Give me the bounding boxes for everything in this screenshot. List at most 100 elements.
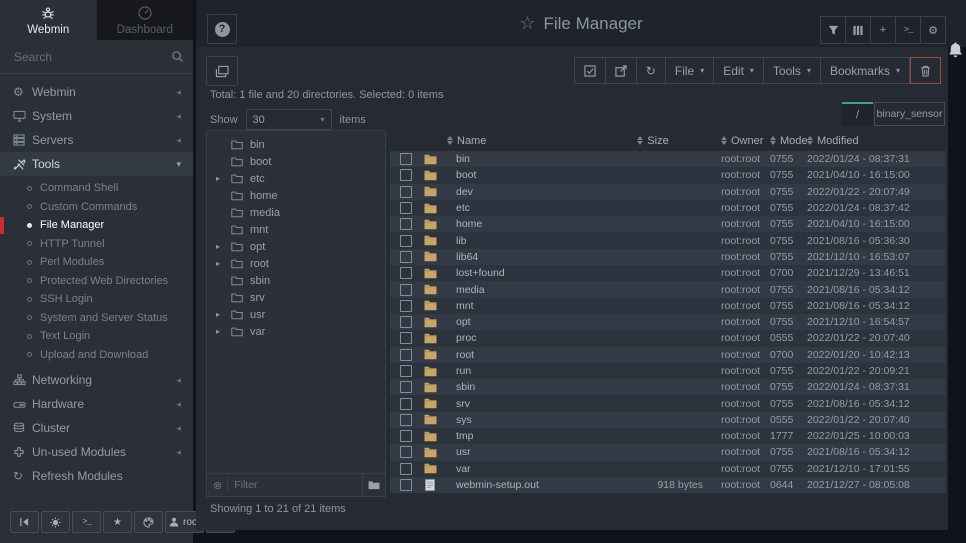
clear-filter-icon[interactable]: ⊗	[213, 479, 222, 492]
sidebar-subitem[interactable]: Upload and Download	[0, 346, 193, 365]
table-row[interactable]: lib64 root:root 0755 2021/12/10 - 16:53:…	[390, 249, 946, 265]
sidebar-item-unused-modules[interactable]: Un-used Modules ◂	[0, 440, 193, 464]
table-row[interactable]: proc root:root 0555 2022/01/22 - 20:07:4…	[390, 330, 946, 346]
row-checkbox[interactable]	[400, 381, 412, 393]
tree-item[interactable]: ▸ etc	[207, 170, 385, 187]
sidebar-subitem[interactable]: HTTP Tunnel	[0, 235, 193, 254]
tree-filter-input[interactable]	[227, 478, 362, 492]
tab-webmin[interactable]: Webmin	[0, 0, 97, 40]
table-row[interactable]: usr root:root 0755 2021/08/16 - 05:34:12	[390, 444, 946, 460]
table-row[interactable]: var root:root 0755 2021/12/10 - 17:01:55	[390, 461, 946, 477]
sidebar-item-refresh-modules[interactable]: ↻ Refresh Modules	[0, 464, 193, 488]
terminal-button[interactable]: >_	[72, 511, 101, 533]
table-row[interactable]: tmp root:root 1777 2022/01/25 - 10:00:03	[390, 428, 946, 444]
path-root-button[interactable]: /	[842, 102, 873, 126]
sidebar-item-hardware[interactable]: Hardware ◂	[0, 392, 193, 416]
row-checkbox[interactable]	[400, 430, 412, 442]
sort-owner-button[interactable]	[721, 136, 727, 145]
submit-button[interactable]	[606, 57, 637, 84]
tree-item[interactable]: ▸ usr	[207, 306, 385, 323]
tree-folder-button[interactable]	[362, 474, 385, 496]
sort-size-button[interactable]	[637, 136, 643, 145]
file-menu-button[interactable]: File ▾	[666, 57, 714, 84]
chevron-right-icon[interactable]: ▸	[216, 310, 226, 319]
tree-item[interactable]: ▸ opt	[207, 238, 385, 255]
filter-button[interactable]	[820, 16, 846, 44]
row-checkbox[interactable]	[400, 332, 412, 344]
table-row[interactable]: sbin root:root 0755 2022/01/24 - 08:37:3…	[390, 379, 946, 395]
search-input[interactable]	[12, 49, 171, 65]
sort-name-button[interactable]	[447, 136, 453, 145]
sidebar-item-networking[interactable]: Networking ◂	[0, 368, 193, 392]
row-checkbox[interactable]	[400, 446, 412, 458]
table-row[interactable]: lost+found root:root 0700 2021/12/29 - 1…	[390, 265, 946, 281]
tab-dashboard[interactable]: Dashboard	[97, 0, 194, 40]
table-row[interactable]: srv root:root 0755 2021/08/16 - 05:34:12	[390, 395, 946, 411]
sidebar-item-system[interactable]: System ◂	[0, 104, 193, 128]
table-row[interactable]: home root:root 0755 2021/04/10 - 16:15:0…	[390, 216, 946, 232]
sidebar-item-cluster[interactable]: Cluster ◂	[0, 416, 193, 440]
row-checkbox[interactable]	[400, 169, 412, 181]
chevron-right-icon[interactable]: ▸	[216, 242, 226, 251]
column-header-mode[interactable]: Mode	[780, 135, 808, 147]
sidebar-subitem[interactable]: Custom Commands	[0, 198, 193, 217]
columns-button[interactable]	[846, 16, 871, 44]
table-row[interactable]: media root:root 0755 2021/08/16 - 05:34:…	[390, 281, 946, 297]
table-row[interactable]: mnt root:root 0755 2021/08/16 - 05:34:12	[390, 298, 946, 314]
theme-palette-button[interactable]	[134, 511, 163, 533]
sidebar-item-tools[interactable]: Tools ▾	[0, 152, 193, 176]
page-size-select[interactable]: 30 ▾	[246, 109, 332, 130]
path-current-box[interactable]: binary_sensor	[874, 102, 945, 126]
row-checkbox[interactable]	[400, 316, 412, 328]
edit-menu-button[interactable]: Edit ▾	[714, 57, 764, 84]
sidebar-subitem[interactable]: Protected Web Directories	[0, 272, 193, 291]
table-row[interactable]: dev root:root 0755 2022/01/22 - 20:07:49	[390, 184, 946, 200]
favorites-button[interactable]: ★	[103, 511, 132, 533]
trash-button[interactable]	[910, 57, 941, 84]
select-all-button[interactable]	[574, 57, 606, 84]
tree-item[interactable]: ▸ bin	[207, 136, 385, 153]
table-row[interactable]: webmin-setup.out 918 bytes root:root 064…	[390, 477, 946, 493]
row-checkbox[interactable]	[400, 202, 412, 214]
tree-item[interactable]: ▸ boot	[207, 153, 385, 170]
row-checkbox[interactable]	[400, 218, 412, 230]
add-tab-button[interactable]: +	[871, 16, 896, 44]
row-checkbox[interactable]	[400, 267, 412, 279]
column-header-modified[interactable]: Modified	[817, 135, 859, 147]
collapse-sidebar-button[interactable]	[10, 511, 39, 533]
row-checkbox[interactable]	[400, 349, 412, 361]
chevron-right-icon[interactable]: ▸	[216, 174, 226, 183]
table-row[interactable]: lib root:root 0755 2021/08/16 - 05:36:30	[390, 232, 946, 248]
chevron-right-icon[interactable]: ▸	[216, 259, 226, 268]
sidebar-subitem[interactable]: Text Login	[0, 327, 193, 346]
row-checkbox[interactable]	[400, 365, 412, 377]
column-header-size[interactable]: Size	[647, 135, 668, 147]
notification-bell-icon[interactable]	[947, 41, 964, 59]
row-checkbox[interactable]	[400, 153, 412, 165]
row-checkbox[interactable]	[400, 186, 412, 198]
sidebar-item-webmin[interactable]: ⚙ Webmin ◂	[0, 80, 193, 104]
row-checkbox[interactable]	[400, 398, 412, 410]
table-row[interactable]: boot root:root 0755 2021/04/10 - 16:15:0…	[390, 167, 946, 183]
column-header-name[interactable]: Name	[457, 135, 486, 147]
tree-item[interactable]: ▸ mnt	[207, 221, 385, 238]
sidebar-subitem[interactable]: Command Shell	[0, 179, 193, 198]
tools-menu-button[interactable]: Tools ▾	[764, 57, 821, 84]
row-checkbox[interactable]	[400, 284, 412, 296]
row-checkbox[interactable]	[400, 235, 412, 247]
column-header-owner[interactable]: Owner	[731, 135, 763, 147]
tree-item[interactable]: ▸ srv	[207, 289, 385, 306]
tree-item[interactable]: ▸ sbin	[207, 272, 385, 289]
row-checkbox[interactable]	[400, 463, 412, 475]
table-row[interactable]: etc root:root 0755 2022/01/24 - 08:37:42	[390, 200, 946, 216]
tree-item[interactable]: ▸ root	[207, 255, 385, 272]
favorite-star-icon[interactable]: ☆	[519, 13, 535, 34]
row-checkbox[interactable]	[400, 479, 412, 491]
bookmarks-menu-button[interactable]: Bookmarks ▾	[821, 57, 910, 84]
table-row[interactable]: sys root:root 0555 2022/01/22 - 20:07:40	[390, 412, 946, 428]
table-row[interactable]: root root:root 0700 2022/01/20 - 10:42:1…	[390, 347, 946, 363]
table-row[interactable]: bin root:root 0755 2022/01/24 - 08:37:31	[390, 151, 946, 167]
row-checkbox[interactable]	[400, 414, 412, 426]
table-row[interactable]: opt root:root 0755 2021/12/10 - 16:54:57	[390, 314, 946, 330]
table-row[interactable]: run root:root 0755 2022/01/22 - 20:09:21	[390, 363, 946, 379]
